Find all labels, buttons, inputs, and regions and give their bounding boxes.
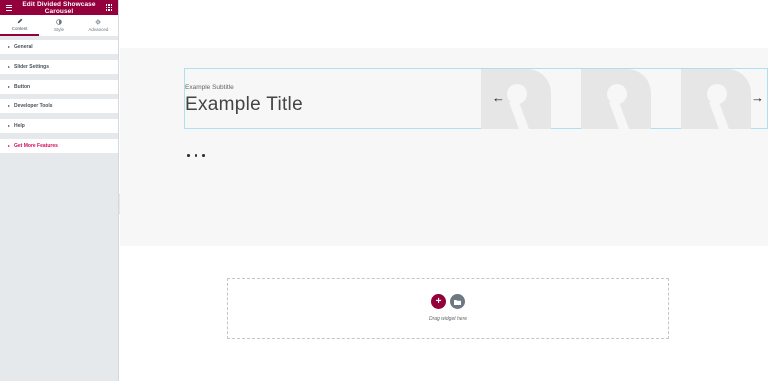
pagination-dot[interactable] [194,154,197,157]
preview-canvas: Example Subtitle Example Title ← → + Dra… [120,0,768,381]
editor-panel: Edit Divided Showcase Carousel Content S… [0,0,119,381]
section-label: Slider Settings [14,63,50,70]
section-developer-tools[interactable]: Developer Tools [0,99,118,114]
add-template-button[interactable] [450,294,465,309]
tab-style-label: Style [53,27,64,32]
image-placeholder-icon [581,69,651,129]
plus-icon: + [435,296,442,307]
add-section-button[interactable]: + [431,294,446,309]
section-label: Developer Tools [14,103,53,110]
image-placeholder-icon [681,69,751,129]
caret-right-icon [8,144,10,147]
pagination-dot[interactable] [187,154,190,157]
widget-dropzone[interactable]: + Drag widget here [227,278,669,339]
tab-content-label: Content [11,26,28,31]
dropzone-label: Drag widget here [428,316,468,322]
section-get-more-features[interactable]: Get More Features [0,138,118,153]
caret-right-icon [8,125,10,128]
section-label: Help [14,123,25,130]
section-label: General [14,44,33,50]
half-circle-icon [56,19,62,25]
tab-style[interactable]: Style [39,15,78,36]
arrow-left-icon[interactable]: ← [492,90,505,106]
pagination-dot[interactable] [202,154,205,157]
carousel-widget[interactable]: Example Subtitle Example Title ← → [184,68,768,129]
arrow-right-icon[interactable]: → [751,90,764,106]
slide-title: Example Title [185,94,303,115]
section-label: Get More Features [14,142,58,149]
caret-right-icon [8,105,10,108]
panel-title: Edit Divided Showcase Carousel [22,0,96,15]
caret-right-icon [8,65,10,68]
panel-tabs: Content Style Advanced [0,15,118,37]
section-slider-settings[interactable]: Slider Settings [0,59,118,74]
tab-advanced-label: Advanced [88,27,109,32]
panel-header: Edit Divided Showcase Carousel [0,0,118,15]
hamburger-icon[interactable] [3,0,15,15]
carousel-pagination [187,154,205,157]
tab-content[interactable]: Content [0,15,40,36]
slide-subtitle: Example Subtitle [185,84,234,91]
dropzone-actions: + [431,294,465,309]
section-help[interactable]: Help [0,119,118,134]
tab-advanced[interactable]: Advanced [79,15,118,36]
folder-icon [454,299,461,305]
caret-right-icon [8,46,10,48]
apps-grid-icon[interactable] [103,0,115,15]
caret-right-icon [8,85,10,88]
section-label: Button [14,83,31,90]
pencil-icon [17,18,23,24]
gear-icon [95,19,101,25]
panel-sections: General Slider Settings Button Developer… [0,37,118,153]
section-button[interactable]: Button [0,79,118,94]
section-general[interactable]: General [0,40,118,54]
